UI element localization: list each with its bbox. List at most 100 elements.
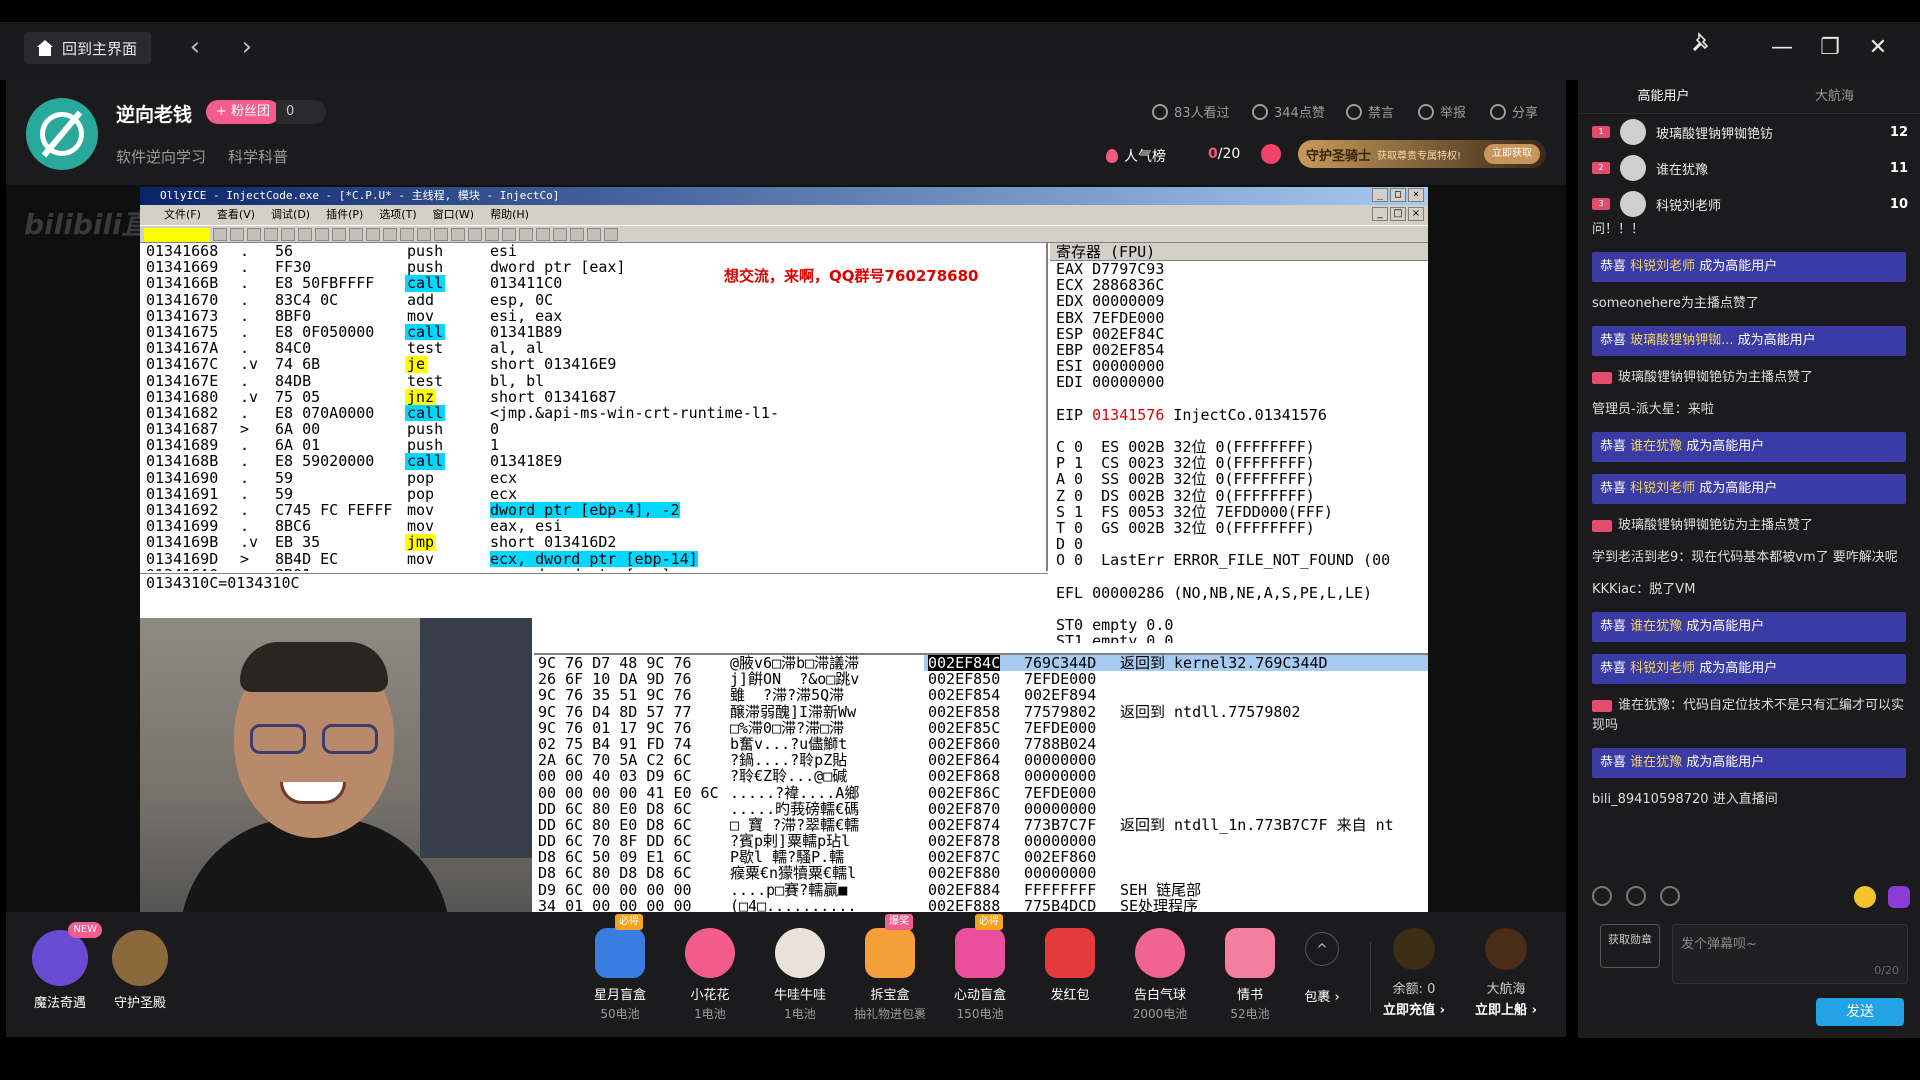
minimize-button[interactable]: —: [1764, 30, 1800, 66]
mute-button[interactable]: 禁言: [1346, 102, 1394, 121]
pin-icon[interactable]: [1684, 30, 1720, 66]
streamer-avatar[interactable]: [26, 98, 98, 170]
stack-row[interactable]: 002EF888 775B4DCD SE处理程序: [924, 898, 1428, 913]
stack-row[interactable]: 002EF868 00000000: [924, 768, 1428, 784]
chat-message-prefix: 恭喜: [1600, 333, 1631, 348]
wallet-recharge[interactable]: 余额: 0 立即充值 ›: [1374, 928, 1454, 1018]
forward-button[interactable]: ›: [232, 32, 262, 64]
chat-message-user[interactable]: 玻璃酸锂钠钾铷...: [1630, 333, 1733, 348]
gift-star-moon-box[interactable]: 必得 星月盲盒 50电池: [580, 914, 660, 1022]
home-button[interactable]: 回到主界面: [24, 32, 152, 64]
stack-row[interactable]: 002EF854 002EF894: [924, 687, 1428, 703]
heart-icon[interactable]: [1261, 144, 1281, 164]
chat-message-user[interactable]: 科锐刘老师: [1630, 259, 1695, 274]
gift-red-envelope[interactable]: 发红包: [1030, 928, 1110, 1005]
stack-row[interactable]: 002EF878 00000000: [924, 833, 1428, 849]
tab-high-energy-users[interactable]: 高能用户: [1578, 80, 1749, 113]
fan-club-button[interactable]: + 粉丝团: [206, 100, 281, 124]
stack-row[interactable]: 002EF85C 7EFDE000: [924, 720, 1428, 736]
get-medal-button[interactable]: 获取勋章: [1600, 924, 1660, 968]
history-icon[interactable]: [1660, 886, 1680, 906]
tool-icon: [570, 228, 584, 241]
area-tag-primary[interactable]: 软件逆向学习: [116, 146, 206, 167]
chat-messages[interactable]: 问！！！ 恭喜 科锐刘老师 成为高能用户 someonehere为主播点赞了 恭喜 玻…: [1578, 220, 1920, 865]
stack-row[interactable]: 002EF850 7EFDE000: [924, 671, 1428, 687]
disasm-mnemonic: call: [405, 403, 446, 422]
top-user-row[interactable]: 3 科锐刘老师 10: [1578, 186, 1920, 222]
close-button[interactable]: ✕: [1860, 30, 1896, 66]
popularity-label: 人气榜: [1124, 149, 1166, 165]
popularity-rank[interactable]: 人气榜: [1106, 146, 1166, 166]
area-tag-secondary[interactable]: 科学科普: [228, 146, 288, 167]
stack-row[interactable]: 002EF86C 7EFDE000: [924, 784, 1428, 800]
chat-message-suffix: 成为高能用户: [1682, 439, 1765, 454]
top-user-row[interactable]: 1 玻璃酸锂钠钾铷铯钫 12: [1578, 114, 1920, 150]
top-user-row[interactable]: 2 谁在犹豫 11: [1578, 150, 1920, 186]
register-row: EFL 00000286 (NO,NB,NE,A,S,PE,L,LE): [1050, 585, 1428, 601]
disasm-marker: .: [240, 290, 250, 309]
danmaku-style-icon[interactable]: [1888, 886, 1910, 908]
chat-message-text: 玻璃酸锂钠钾铷铯钫为主播点赞了: [1618, 518, 1814, 533]
magic-adventure-button[interactable]: NEW 魔法奇遇: [20, 922, 102, 1011]
gift-treasure-box[interactable]: 爆奖 拆宝盒 抽礼物进包裹: [850, 914, 930, 1022]
dump-hex: 9C 76 D4 8D 57 77: [538, 702, 692, 721]
disasm-operand: al, al: [490, 339, 545, 358]
rank-badge: 2: [1592, 162, 1610, 174]
send-button[interactable]: 发送: [1816, 998, 1904, 1026]
emoji-icon[interactable]: [1854, 886, 1876, 908]
gift-confession-balloon[interactable]: 告白气球 2000电池: [1120, 928, 1200, 1022]
tool-icon: [332, 228, 346, 241]
disasm-address: 0134169B: [146, 533, 219, 552]
gift-cow[interactable]: 牛哇牛哇 1电池: [760, 928, 840, 1022]
fan-medal-icon[interactable]: [1626, 886, 1646, 906]
dump-row: 9C 76 D4 8D 57 77 醸滞弱醜]I滞新Ww: [534, 702, 924, 721]
restore-button[interactable]: ❐: [1812, 30, 1848, 66]
back-button[interactable]: ‹: [180, 32, 210, 64]
report-button[interactable]: 举报: [1418, 102, 1466, 121]
register-row: ST0 empty 0.0: [1050, 617, 1428, 633]
stack-row[interactable]: 002EF874 773B7C7F 返回到 ntdll_1n.773B7C7F 来自…: [924, 817, 1428, 833]
disasm-mnemonic: mov: [407, 549, 435, 568]
disasm-operand: bl, bl: [490, 371, 545, 390]
tool-icon: [298, 228, 312, 241]
chat-message-user[interactable]: 科锐刘老师: [1630, 661, 1695, 676]
stack-row[interactable]: 002EF858 77579802 返回到 ntdll.77579802: [924, 703, 1428, 719]
danmaku-input[interactable]: 发个弹幕呗~ 0/20: [1672, 924, 1908, 984]
guard-knight-banner[interactable]: 守护圣骑士 获取尊贵专属特权! 立即获取: [1298, 140, 1546, 168]
top-user-name: 谁在犹豫: [1656, 162, 1709, 178]
stack-row[interactable]: 002EF860 7788B024: [924, 736, 1428, 752]
stack-address: 002EF87C: [928, 848, 1001, 867]
stack-row[interactable]: 002EF84C 769C344D 返回到 kernel32.769C344D: [924, 655, 1428, 672]
stack-row[interactable]: 002EF864 00000000: [924, 752, 1428, 768]
disasm-marker: .: [240, 436, 250, 455]
gift-heartbeat-box[interactable]: 必得 心动盲盒 150电池: [940, 914, 1020, 1022]
register-row: ESI 00000000: [1050, 358, 1428, 374]
stack-row[interactable]: 002EF880 00000000: [924, 865, 1428, 881]
likes-stat[interactable]: 344点赞: [1252, 102, 1325, 121]
voyage-button[interactable]: 大航海 立即上船 ›: [1466, 928, 1546, 1018]
gift-love-letter[interactable]: 情书 52电池: [1210, 928, 1290, 1022]
chat-message-user[interactable]: 谁在犹豫: [1630, 439, 1682, 454]
knight-cta-button[interactable]: 立即获取: [1484, 144, 1540, 164]
disasm-mnemonic: je: [405, 355, 428, 374]
voyage-cta[interactable]: 立即上船 ›: [1466, 999, 1546, 1018]
stack-row[interactable]: 002EF87C 002EF860: [924, 849, 1428, 865]
disasm-operand: 013411C0: [490, 274, 563, 293]
palette-icon[interactable]: [1592, 886, 1612, 906]
stack-comment: 返回到 ntdll_1n.773B7C7F 来自 nt: [1120, 815, 1394, 834]
streamer-name[interactable]: 逆向老钱: [116, 100, 192, 127]
package-button[interactable]: ^ 包裹 ›: [1302, 932, 1342, 1005]
viewers-stat: 83人看过: [1152, 102, 1230, 121]
guard-hall-button[interactable]: 守护圣殿: [100, 930, 180, 1011]
gift-little-flower[interactable]: 小花花 1电池: [670, 928, 750, 1022]
chat-message-user[interactable]: 谁在犹豫: [1630, 619, 1682, 634]
chat-message: KKKiac：脱了VM: [1592, 580, 1906, 600]
chat-message-user[interactable]: 科锐刘老师: [1630, 481, 1695, 496]
share-button[interactable]: 分享: [1490, 102, 1538, 121]
chat-message-user[interactable]: 谁在犹豫: [1630, 755, 1682, 770]
stack-row[interactable]: 002EF870 00000000: [924, 800, 1428, 816]
tab-voyage[interactable]: 大航海: [1749, 80, 1920, 113]
recharge-button[interactable]: 立即充值 ›: [1374, 999, 1454, 1018]
stack-row[interactable]: 002EF884 FFFFFFFF SEH 链尾部: [924, 881, 1428, 897]
gift-price: 2000电池: [1132, 1007, 1188, 1021]
